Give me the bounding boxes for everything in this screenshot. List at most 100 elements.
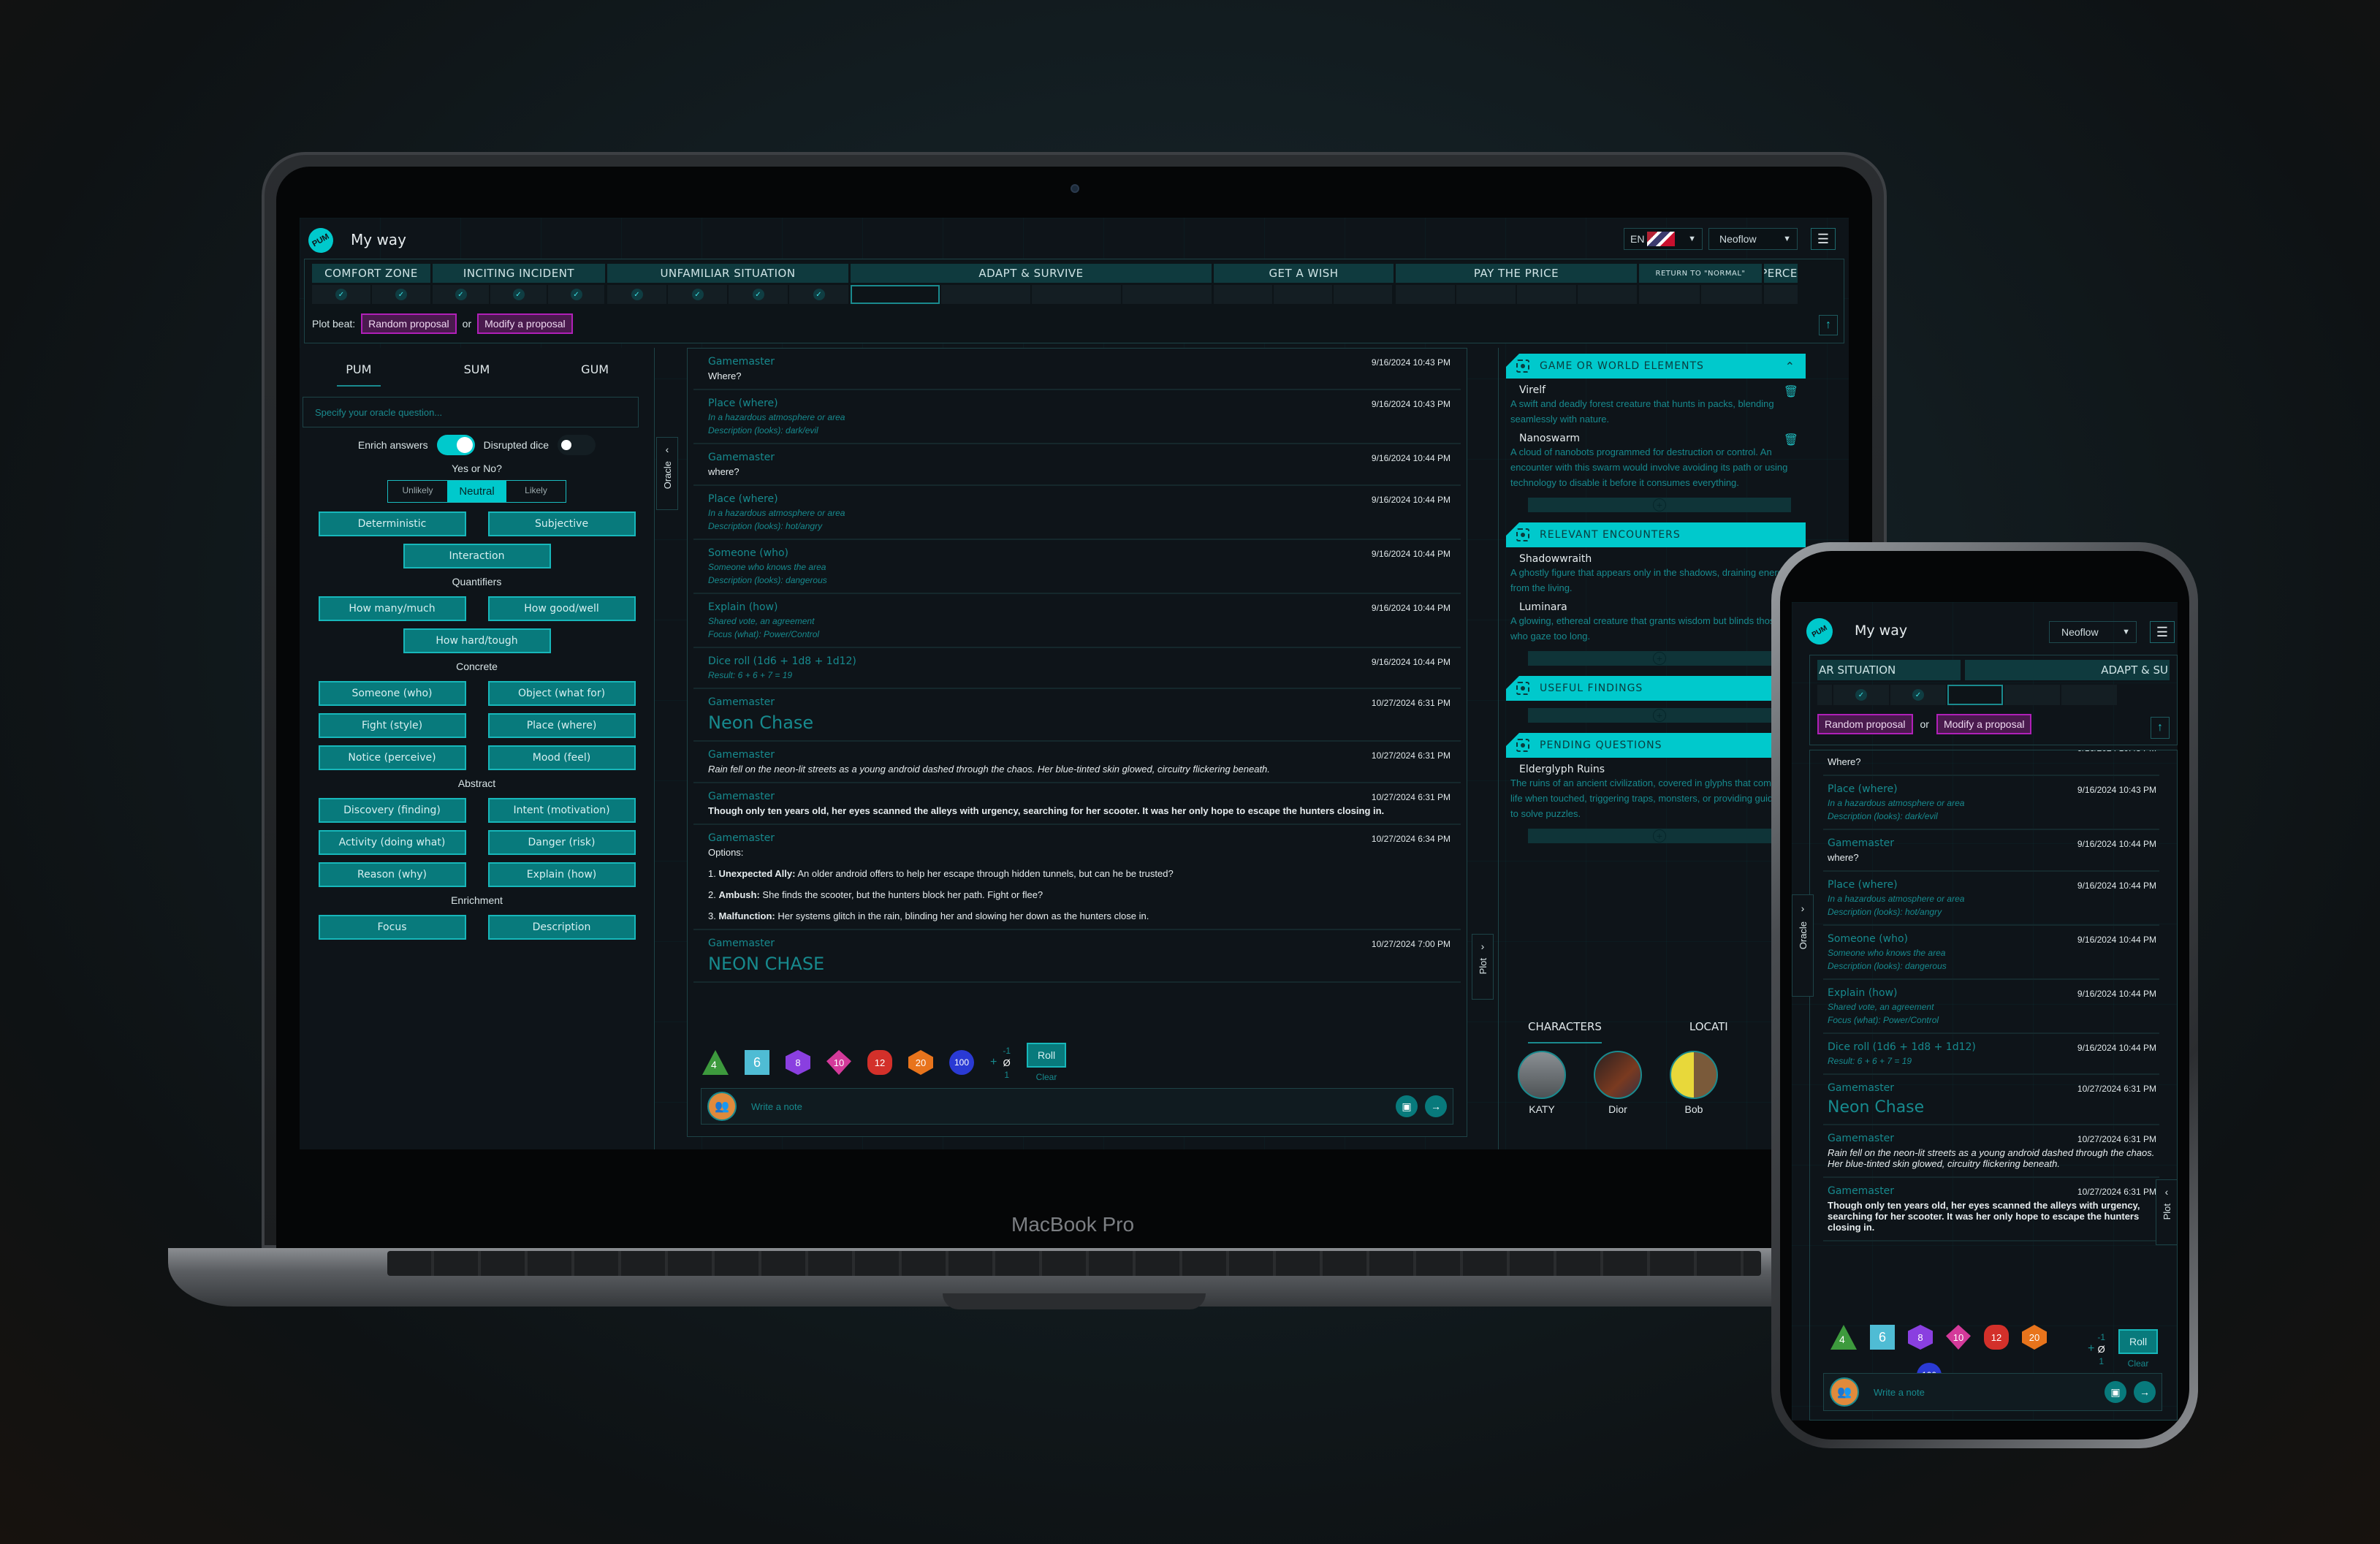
theme-select[interactable]: Neoflow ▼ bbox=[2049, 621, 2137, 643]
d100-die[interactable]: 100 bbox=[949, 1050, 974, 1075]
likelihood-unlikely[interactable]: Unlikely bbox=[388, 481, 447, 502]
activity-button[interactable]: Activity (doing what) bbox=[318, 830, 466, 855]
notice-button[interactable]: Notice (perceive) bbox=[318, 745, 466, 770]
someone-button[interactable]: Someone (who) bbox=[318, 681, 466, 706]
d4-die[interactable]: 4 bbox=[702, 1050, 729, 1075]
mood-button[interactable]: Mood (feel) bbox=[487, 745, 636, 770]
menu-button[interactable]: ☰ bbox=[1811, 228, 1836, 250]
add-item-button[interactable]: + bbox=[1528, 651, 1791, 666]
menu-button[interactable]: ☰ bbox=[2150, 621, 2175, 643]
image-upload-button[interactable]: ▣ bbox=[1396, 1095, 1418, 1117]
beat-unfamiliar-situation[interactable]: AR SITUATION bbox=[1817, 660, 1961, 680]
collapse-plot-button[interactable]: ↑ bbox=[1819, 315, 1838, 335]
collapse-plot-button[interactable]: ↑ bbox=[2151, 717, 2170, 739]
beat-cell[interactable] bbox=[1122, 285, 1212, 304]
trash-icon[interactable]: 🗑 bbox=[1784, 433, 1798, 447]
beat-cell[interactable] bbox=[2061, 685, 2117, 705]
deterministic-button[interactable]: Deterministic bbox=[318, 512, 466, 536]
beat-cell[interactable] bbox=[1517, 285, 1576, 304]
reason-button[interactable]: Reason (why) bbox=[318, 862, 466, 887]
add-item-button[interactable]: + bbox=[1528, 829, 1791, 843]
modify-proposal-button[interactable]: Modify a proposal bbox=[1936, 714, 2032, 734]
app-logo[interactable]: PUM bbox=[1801, 613, 1838, 650]
explain-button[interactable]: Explain (how) bbox=[487, 862, 636, 887]
beat-cell[interactable] bbox=[1701, 285, 1762, 304]
beat-cell-current[interactable] bbox=[1947, 685, 2003, 705]
tab-locations[interactable]: LOCATI bbox=[1689, 1020, 1728, 1033]
modifier-decrement[interactable]: -1 bbox=[1003, 1046, 1011, 1056]
tab-pum[interactable]: PUM bbox=[308, 362, 410, 387]
beat-cell[interactable] bbox=[1396, 285, 1455, 304]
beat-label[interactable]: GET A WISH bbox=[1214, 264, 1394, 283]
beat-cell[interactable]: ✓ bbox=[1833, 685, 1889, 705]
beat-label[interactable]: PERCEI bbox=[1764, 264, 1798, 283]
trash-icon[interactable]: 🗑 bbox=[1784, 384, 1798, 399]
d8-die[interactable]: 8 bbox=[786, 1050, 810, 1075]
beat-cell[interactable] bbox=[2004, 685, 2060, 705]
note-input[interactable]: Write a note bbox=[751, 1101, 1388, 1112]
how-many-button[interactable]: How many/much bbox=[318, 596, 466, 621]
beat-cell-current[interactable] bbox=[851, 285, 940, 304]
beat-cell[interactable]: ✓ bbox=[372, 285, 430, 304]
tab-characters[interactable]: CHARACTERS bbox=[1528, 1020, 1602, 1043]
app-logo[interactable]: PUM bbox=[303, 223, 338, 258]
beat-label[interactable]: INCITING INCIDENT bbox=[433, 264, 605, 283]
focus-button[interactable]: Focus bbox=[318, 915, 466, 940]
beat-cell[interactable] bbox=[1214, 285, 1272, 304]
beat-cell[interactable]: ✓ bbox=[729, 285, 788, 304]
d6-die[interactable]: 6 bbox=[745, 1050, 769, 1075]
beat-label[interactable]: UNFAMILIAR SITUATION bbox=[607, 264, 848, 283]
intent-button[interactable]: Intent (motivation) bbox=[487, 798, 636, 823]
fight-button[interactable]: Fight (style) bbox=[318, 713, 466, 738]
group-avatar-icon[interactable]: 👥 bbox=[707, 1092, 737, 1121]
beat-cell[interactable]: ✓ bbox=[789, 285, 848, 304]
send-button[interactable]: → bbox=[1425, 1095, 1447, 1117]
beat-cell[interactable]: ✓ bbox=[607, 285, 666, 304]
object-button[interactable]: Object (what for) bbox=[487, 681, 636, 706]
beat-cell[interactable] bbox=[1764, 285, 1798, 304]
d20-die[interactable]: 20 bbox=[908, 1050, 933, 1075]
disrupted-dice-toggle[interactable] bbox=[558, 435, 596, 455]
character-bob[interactable]: Bob bbox=[1670, 1051, 1718, 1115]
add-item-button[interactable]: + bbox=[1528, 708, 1791, 723]
danger-button[interactable]: Danger (risk) bbox=[487, 830, 636, 855]
beat-cell[interactable] bbox=[1817, 685, 1832, 705]
roll-button[interactable]: Roll bbox=[1027, 1043, 1067, 1068]
beat-cell[interactable]: ✓ bbox=[668, 285, 727, 304]
image-upload-button[interactable]: ▣ bbox=[2105, 1381, 2126, 1403]
how-good-button[interactable]: How good/well bbox=[487, 596, 636, 621]
character-dior[interactable]: Dior bbox=[1594, 1051, 1642, 1115]
tab-gum[interactable]: GUM bbox=[544, 362, 646, 387]
beat-cell[interactable] bbox=[1274, 285, 1332, 304]
section-header[interactable]: GAME OR WORLD ELEMENTS ⌃ bbox=[1506, 354, 1806, 379]
section-header[interactable]: PENDING QUESTIONS bbox=[1506, 733, 1806, 758]
d20-die[interactable]: 20 bbox=[2022, 1325, 2047, 1350]
likelihood-neutral[interactable]: Neutral bbox=[447, 481, 506, 502]
section-header[interactable]: USEFUL FINDINGS bbox=[1506, 676, 1806, 701]
clear-button[interactable]: Clear bbox=[2128, 1358, 2149, 1369]
d12-die[interactable]: 12 bbox=[1984, 1325, 2009, 1350]
plot-side-tab[interactable]: ‹ Plot bbox=[2156, 1179, 2178, 1245]
d10-die[interactable]: 10 bbox=[1946, 1325, 1971, 1350]
d4-die[interactable]: 4 bbox=[1830, 1325, 1857, 1350]
clear-button[interactable]: Clear bbox=[1036, 1072, 1057, 1082]
oracle-side-tab[interactable]: ‹ Oracle bbox=[656, 437, 678, 510]
d12-die[interactable]: 12 bbox=[867, 1050, 892, 1075]
character-katy[interactable]: KATY bbox=[1518, 1051, 1566, 1115]
add-item-button[interactable]: + bbox=[1528, 498, 1791, 512]
beat-cell[interactable]: ✓ bbox=[548, 285, 604, 304]
modify-proposal-button[interactable]: Modify a proposal bbox=[477, 313, 573, 334]
beat-adapt-survive[interactable]: ADAPT & SU bbox=[1965, 660, 2170, 680]
beat-cell[interactable] bbox=[1032, 285, 1121, 304]
subjective-button[interactable]: Subjective bbox=[487, 512, 636, 536]
beat-cell[interactable]: ✓ bbox=[490, 285, 547, 304]
description-button[interactable]: Description bbox=[487, 915, 636, 940]
beat-cell[interactable] bbox=[1334, 285, 1392, 304]
group-avatar-icon[interactable]: 👥 bbox=[1830, 1377, 1859, 1407]
beat-label[interactable]: PAY THE PRICE bbox=[1396, 264, 1637, 283]
note-input[interactable]: Write a note bbox=[1874, 1387, 2097, 1398]
interaction-button[interactable]: Interaction bbox=[403, 544, 551, 568]
beat-label[interactable]: COMFORT ZONE bbox=[312, 264, 430, 283]
language-select[interactable]: EN ▼ bbox=[1624, 228, 1703, 250]
modifier-increment[interactable]: 1 bbox=[2099, 1356, 2104, 1366]
